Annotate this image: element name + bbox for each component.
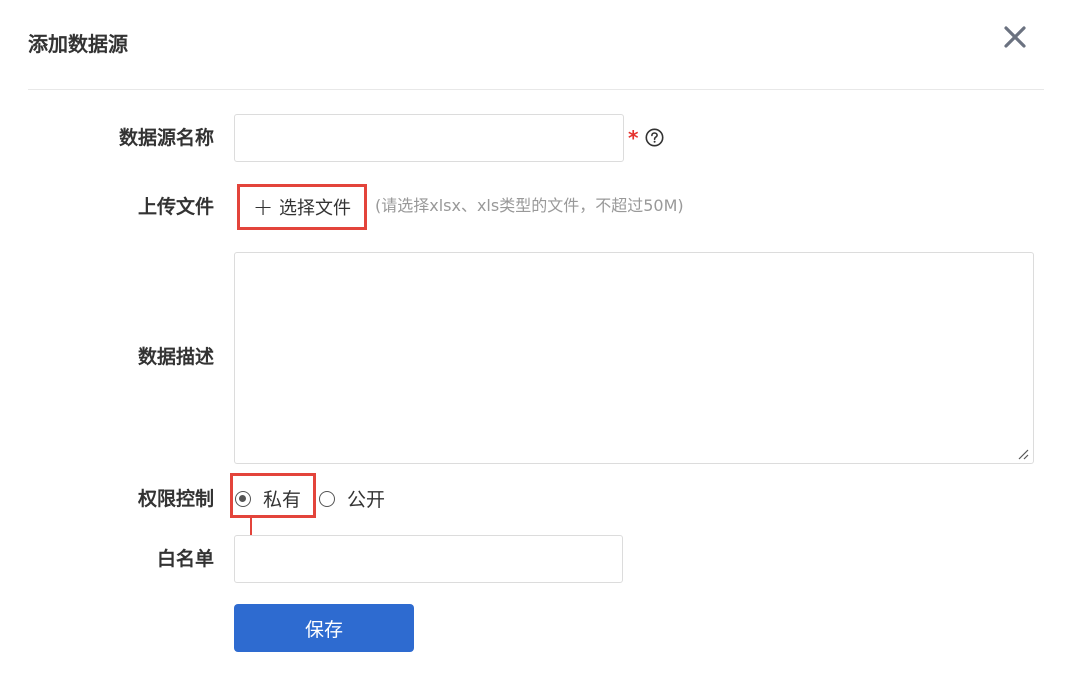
radio-public-label: 公开 (347, 489, 386, 511)
datasource-name-label: 数据源名称 (118, 127, 214, 149)
description-field[interactable] (234, 252, 1034, 464)
description-label: 数据描述 (137, 346, 214, 368)
radio-private[interactable]: 私有 (235, 485, 301, 512)
radio-checked-icon[interactable] (235, 490, 251, 507)
close-icon[interactable] (1000, 22, 1030, 52)
upload-hint: (请选择xlsx、xls类型的文件，不超过50M) (375, 196, 684, 215)
radio-private-label: 私有 (263, 489, 302, 511)
datasource-name-field[interactable] (234, 114, 624, 162)
dialog-title: 添加数据源 (28, 32, 128, 56)
radio-public[interactable]: 公开 (319, 485, 385, 512)
description-textarea[interactable] (235, 253, 1033, 463)
save-button[interactable]: 保存 (234, 604, 414, 652)
upload-file-label: 上传文件 (137, 196, 214, 218)
datasource-name-input[interactable] (235, 115, 623, 161)
required-marker: * (628, 126, 639, 150)
permission-label: 权限控制 (137, 488, 214, 510)
plus-icon: + (252, 193, 274, 221)
header-divider (28, 89, 1044, 90)
close-button[interactable] (1000, 22, 1030, 52)
choose-file-button[interactable]: + 选择文件 (237, 184, 367, 230)
choose-file-label: 选择文件 (279, 198, 352, 219)
question-circle-icon[interactable] (645, 128, 664, 147)
help-button[interactable] (645, 128, 664, 147)
whitelist-input[interactable] (235, 536, 622, 582)
whitelist-label: 白名单 (156, 548, 214, 570)
whitelist-field[interactable] (234, 535, 623, 583)
radio-unchecked-icon[interactable] (319, 490, 335, 507)
resize-grip-icon[interactable] (1017, 448, 1029, 460)
